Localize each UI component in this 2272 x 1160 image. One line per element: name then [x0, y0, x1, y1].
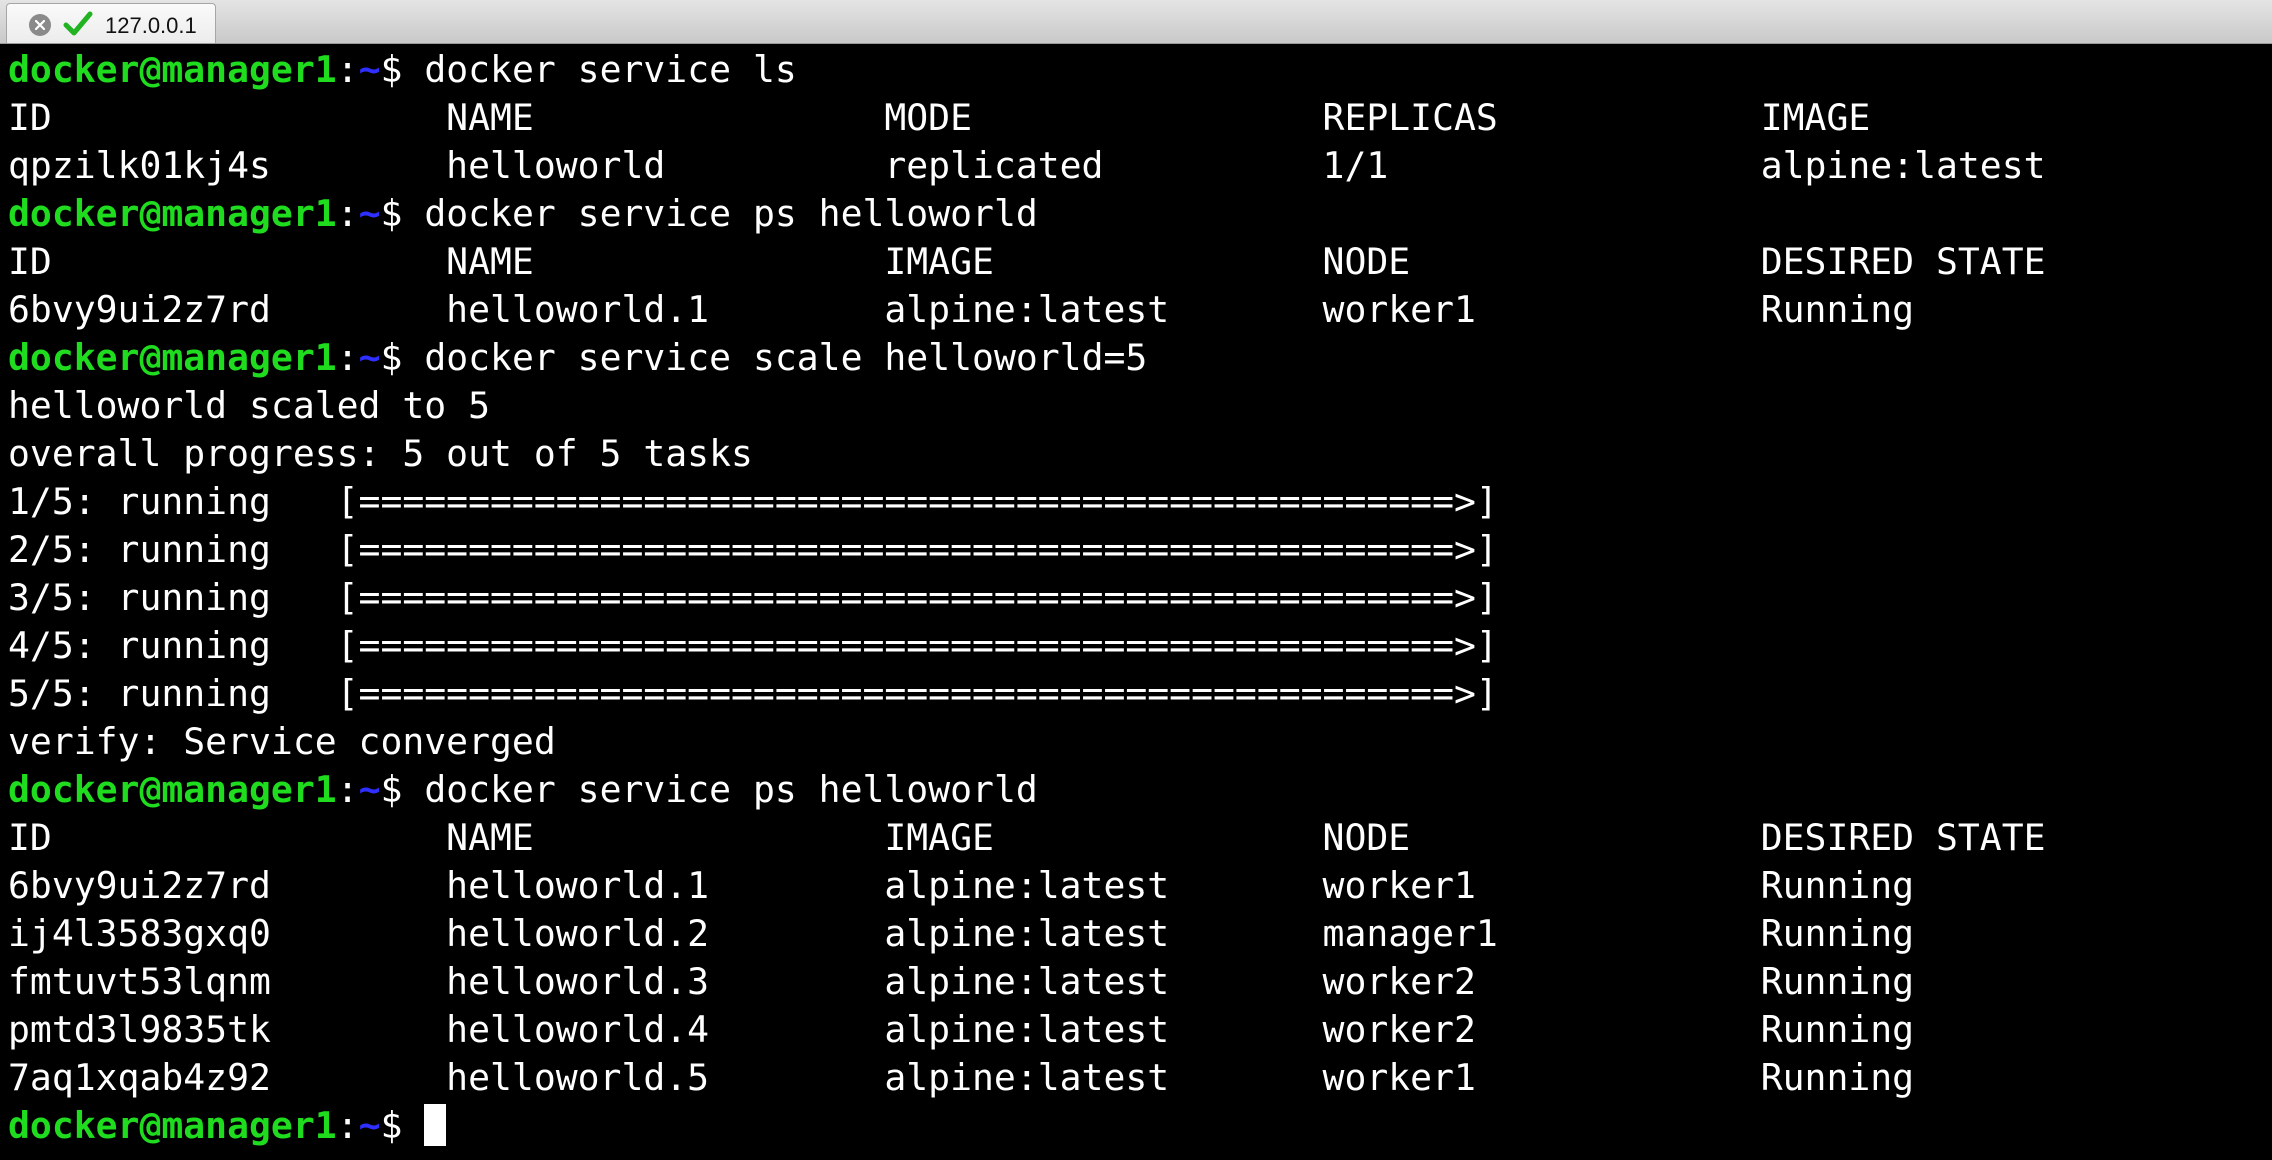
prompt-line: docker@manager1:~$ docker service ls	[8, 46, 2272, 94]
output-line: 6bvy9ui2z7rd helloworld.1 alpine:latest …	[8, 288, 1915, 331]
output-line: 6bvy9ui2z7rd helloworld.1 alpine:latest …	[8, 864, 1915, 907]
prompt-user-host: docker@manager1	[8, 48, 337, 91]
output-line: ID NAME MODE REPLICAS IMAGE	[8, 96, 1871, 139]
output-line: fmtuvt53lqnm helloworld.3 alpine:latest …	[8, 960, 1915, 1003]
output-line: pmtd3l9835tk helloworld.4 alpine:latest …	[8, 1008, 1915, 1051]
command-text: docker service scale helloworld=5	[424, 336, 1148, 379]
prompt-user-host: docker@manager1	[8, 768, 337, 811]
prompt-user-host: docker@manager1	[8, 1104, 337, 1147]
close-icon[interactable]	[29, 14, 51, 36]
command-text: docker service ps helloworld	[424, 768, 1038, 811]
output-line: helloworld scaled to 5	[8, 384, 490, 427]
tab-bar: 127.0.0.1	[0, 0, 2272, 44]
prompt-symbol: $	[380, 192, 425, 235]
prompt-line: docker@manager1:~$ docker service ps hel…	[8, 766, 2272, 814]
prompt-user-host: docker@manager1	[8, 192, 337, 235]
output-line: verify: Service converged	[8, 720, 556, 763]
prompt-symbol: $	[380, 48, 425, 91]
prompt-path: ~	[358, 192, 381, 235]
prompt-user-host: docker@manager1	[8, 336, 337, 379]
prompt-path: ~	[358, 1104, 381, 1147]
prompt-symbol: $	[380, 336, 425, 379]
prompt-symbol: $	[380, 1104, 425, 1147]
tab-title: 127.0.0.1	[105, 13, 197, 38]
terminal-output[interactable]: docker@manager1:~$ docker service ls ID N…	[0, 46, 2272, 1160]
command-text: docker service ps helloworld	[424, 192, 1038, 235]
cursor	[424, 1104, 447, 1146]
output-line: 5/5: running [==========================…	[8, 672, 1498, 715]
output-line: ij4l3583gxq0 helloworld.2 alpine:latest …	[8, 912, 1915, 955]
output-line: qpzilk01kj4s helloworld replicated 1/1 a…	[8, 144, 2046, 187]
output-line: 3/5: running [==========================…	[8, 576, 1498, 619]
output-line: 7aq1xqab4z92 helloworld.5 alpine:latest …	[8, 1056, 1915, 1099]
prompt-colon: :	[336, 48, 359, 91]
prompt-colon: :	[336, 192, 359, 235]
prompt-line: docker@manager1:~$ docker service scale …	[8, 334, 2272, 382]
prompt-symbol: $	[380, 768, 425, 811]
output-line: ID NAME IMAGE NODE DESIRED STATE	[8, 816, 2046, 859]
prompt-line: docker@manager1:~$ docker service ps hel…	[8, 190, 2272, 238]
command-text: docker service ls	[424, 48, 797, 91]
output-line: 1/5: running [==========================…	[8, 480, 1498, 523]
prompt-colon: :	[336, 336, 359, 379]
prompt-path: ~	[358, 768, 381, 811]
output-line: overall progress: 5 out of 5 tasks	[8, 432, 753, 475]
output-line: 4/5: running [==========================…	[8, 624, 1498, 667]
prompt-path: ~	[358, 336, 381, 379]
tab-localhost[interactable]: 127.0.0.1	[6, 3, 216, 43]
prompt-colon: :	[336, 1104, 359, 1147]
checkmark-icon	[63, 11, 93, 37]
prompt-line: docker@manager1:~$	[8, 1102, 2272, 1150]
prompt-path: ~	[358, 48, 381, 91]
output-line: ID NAME IMAGE NODE DESIRED STATE	[8, 240, 2046, 283]
prompt-colon: :	[336, 768, 359, 811]
output-line: 2/5: running [==========================…	[8, 528, 1498, 571]
